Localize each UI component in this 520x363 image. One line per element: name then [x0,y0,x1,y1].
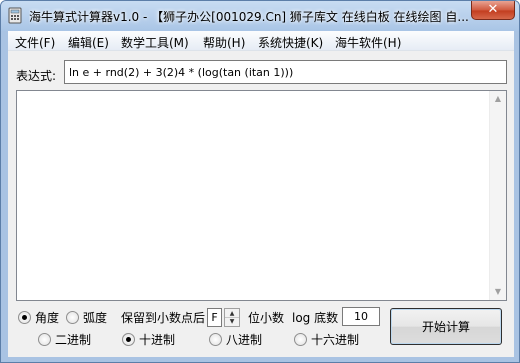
radio-decimal-label: 十进制 [139,333,176,347]
title-bar[interactable]: 海牛算式计算器v1.0 - 【狮子办公[001029.Cn] 狮子库文 在线白板… [1,1,519,31]
window-title: 海牛算式计算器v1.0 - 【狮子办公[001029.Cn] 狮子库文 在线白板… [29,10,469,24]
precision-prefix: 保留到小数点后 [121,311,206,325]
calculator-icon [8,7,22,24]
up-arrow-icon[interactable]: ▲ [490,91,506,107]
expression-input[interactable] [64,60,507,84]
menu-bar: 文件(F) 编辑(E) 数学工具(M) 帮助(H) 系统快捷(K) 海牛软件(H… [8,31,514,51]
radio-octal[interactable] [209,333,222,346]
client-area: 文件(F) 编辑(E) 数学工具(M) 帮助(H) 系统快捷(K) 海牛软件(H… [8,31,514,357]
down-arrow-icon[interactable]: ▼ [490,284,506,300]
radio-octal-label: 八进制 [226,333,263,347]
radio-hex[interactable] [294,333,307,346]
precision-value[interactable]: F [207,308,222,327]
radio-radian-label: 弧度 [83,311,108,325]
radio-binary[interactable] [38,333,51,346]
radio-degree-label: 角度 [35,311,60,325]
radio-hex-label: 十六进制 [311,333,360,347]
menu-help[interactable]: 帮助(H) [203,34,245,51]
precision-suffix: 位小数 [248,311,285,325]
menu-file[interactable]: 文件(F) [15,34,55,51]
radio-degree[interactable] [18,311,31,324]
menu-math-tools[interactable]: 数学工具(M) [121,34,189,51]
expression-label: 表达式: [16,69,57,83]
vertical-scrollbar[interactable]: ▲ ▼ [489,91,506,300]
spin-down-icon[interactable]: ▼ [225,317,239,326]
menu-edit[interactable]: 编辑(E) [68,34,109,51]
close-button[interactable]: ✕ [471,1,515,20]
app-window: 海牛算式计算器v1.0 - 【狮子办公[001029.Cn] 狮子库文 在线白板… [0,0,520,363]
menu-hainiu-software[interactable]: 海牛软件(H) [335,34,401,51]
close-icon: ✕ [487,2,499,17]
radio-decimal[interactable] [122,333,135,346]
precision-spinner[interactable]: ▲ ▼ [224,308,240,327]
radio-binary-label: 二进制 [55,333,92,347]
menu-shortcuts[interactable]: 系统快捷(K) [258,34,323,51]
radio-radian[interactable] [66,311,79,324]
calculate-button[interactable]: 开始计算 [390,308,502,345]
log-base-input[interactable] [342,307,380,326]
log-base-label: log 底数 [292,311,339,325]
result-output[interactable]: ▲ ▼ [16,90,507,301]
